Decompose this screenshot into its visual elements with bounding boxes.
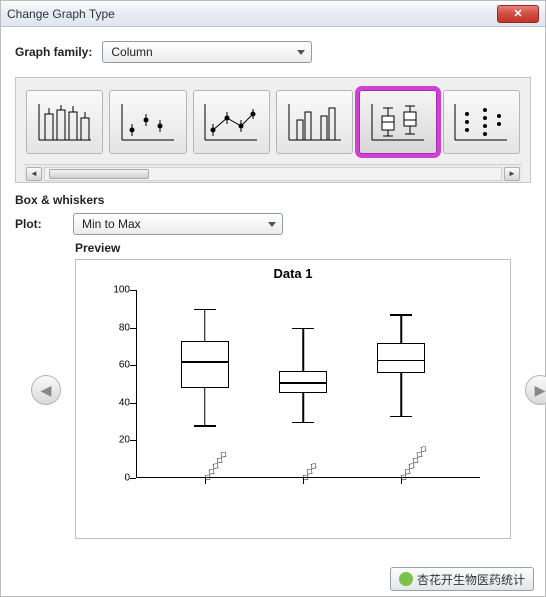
preview-next-button[interactable]: ▶ <box>525 375 546 405</box>
footer-button[interactable]: 杏花开生物医药统计 <box>390 567 534 591</box>
scroll-handle[interactable] <box>49 169 149 179</box>
preview-prev-button[interactable]: ◀ <box>31 375 61 405</box>
dot-column-thumb[interactable] <box>443 90 520 154</box>
y-axis <box>136 290 137 478</box>
graph-family-value: Column <box>111 45 152 59</box>
preview-label: Preview <box>75 241 511 255</box>
preview-area: Preview ◀ ▶ Data 1 020406080100◇◇◇◇◇◇◇◇◇… <box>75 241 511 539</box>
window-title: Change Graph Type <box>7 7 115 21</box>
wechat-icon <box>399 572 413 586</box>
scatter-thumb[interactable] <box>109 90 186 154</box>
chevron-down-icon <box>297 50 305 55</box>
close-icon: ✕ <box>513 7 522 20</box>
graph-family-label: Graph family: <box>15 45 92 59</box>
y-tick-label: 100 <box>104 285 130 296</box>
y-tick-label: 80 <box>104 322 130 333</box>
y-tick <box>130 328 136 329</box>
y-tick-label: 20 <box>104 435 130 446</box>
y-tick <box>130 290 136 291</box>
footer-button-label: 杏花开生物医药统计 <box>417 571 525 588</box>
close-button[interactable]: ✕ <box>497 5 539 23</box>
chart-title: Data 1 <box>76 260 510 281</box>
grouped-bar-thumb[interactable] <box>276 90 353 154</box>
plot-value: Min to Max <box>82 217 141 231</box>
graph-family-row: Graph family: Column <box>15 41 531 63</box>
triangle-left-icon: ◀ <box>41 382 52 399</box>
y-tick <box>130 403 136 404</box>
box-plot-item <box>279 290 327 478</box>
scroll-track[interactable] <box>44 167 502 181</box>
plot-row: Plot: Min to Max <box>15 213 531 235</box>
plot-select[interactable]: Min to Max <box>73 213 283 235</box>
box-whisker-thumb[interactable] <box>359 90 436 154</box>
subtype-title: Box & whiskers <box>15 193 531 207</box>
gallery-scrollbar[interactable]: ◄ ► <box>24 164 522 182</box>
chevron-down-icon <box>268 222 276 227</box>
y-tick-label: 40 <box>104 397 130 408</box>
y-tick <box>130 365 136 366</box>
title-bar: Change Graph Type ✕ <box>1 1 545 27</box>
plot-label: Plot: <box>15 217 63 231</box>
graph-family-select[interactable]: Column <box>102 41 312 63</box>
triangle-right-icon: ▶ <box>535 382 546 399</box>
scroll-left-button[interactable]: ◄ <box>26 167 42 181</box>
y-tick <box>130 440 136 441</box>
dialog-content: Graph family: Column ◄ ► Box & whiskers … <box>1 27 545 545</box>
preview-chart: Data 1 020406080100◇◇◇◇◇◇◇◇◇◇◇◇◇◇ <box>75 259 511 539</box>
graph-type-gallery: ◄ ► <box>15 77 531 183</box>
chart-axes: 020406080100◇◇◇◇◇◇◇◇◇◇◇◇◇◇ <box>136 290 480 478</box>
xy-scatter-thumb[interactable] <box>193 90 270 154</box>
y-tick-label: 0 <box>104 473 130 484</box>
y-tick <box>130 478 136 479</box>
y-tick-label: 60 <box>104 360 130 371</box>
bar-thumb[interactable] <box>26 90 103 154</box>
subtype-section: Box & whiskers Plot: Min to Max <box>15 193 531 235</box>
scroll-right-button[interactable]: ► <box>504 167 520 181</box>
